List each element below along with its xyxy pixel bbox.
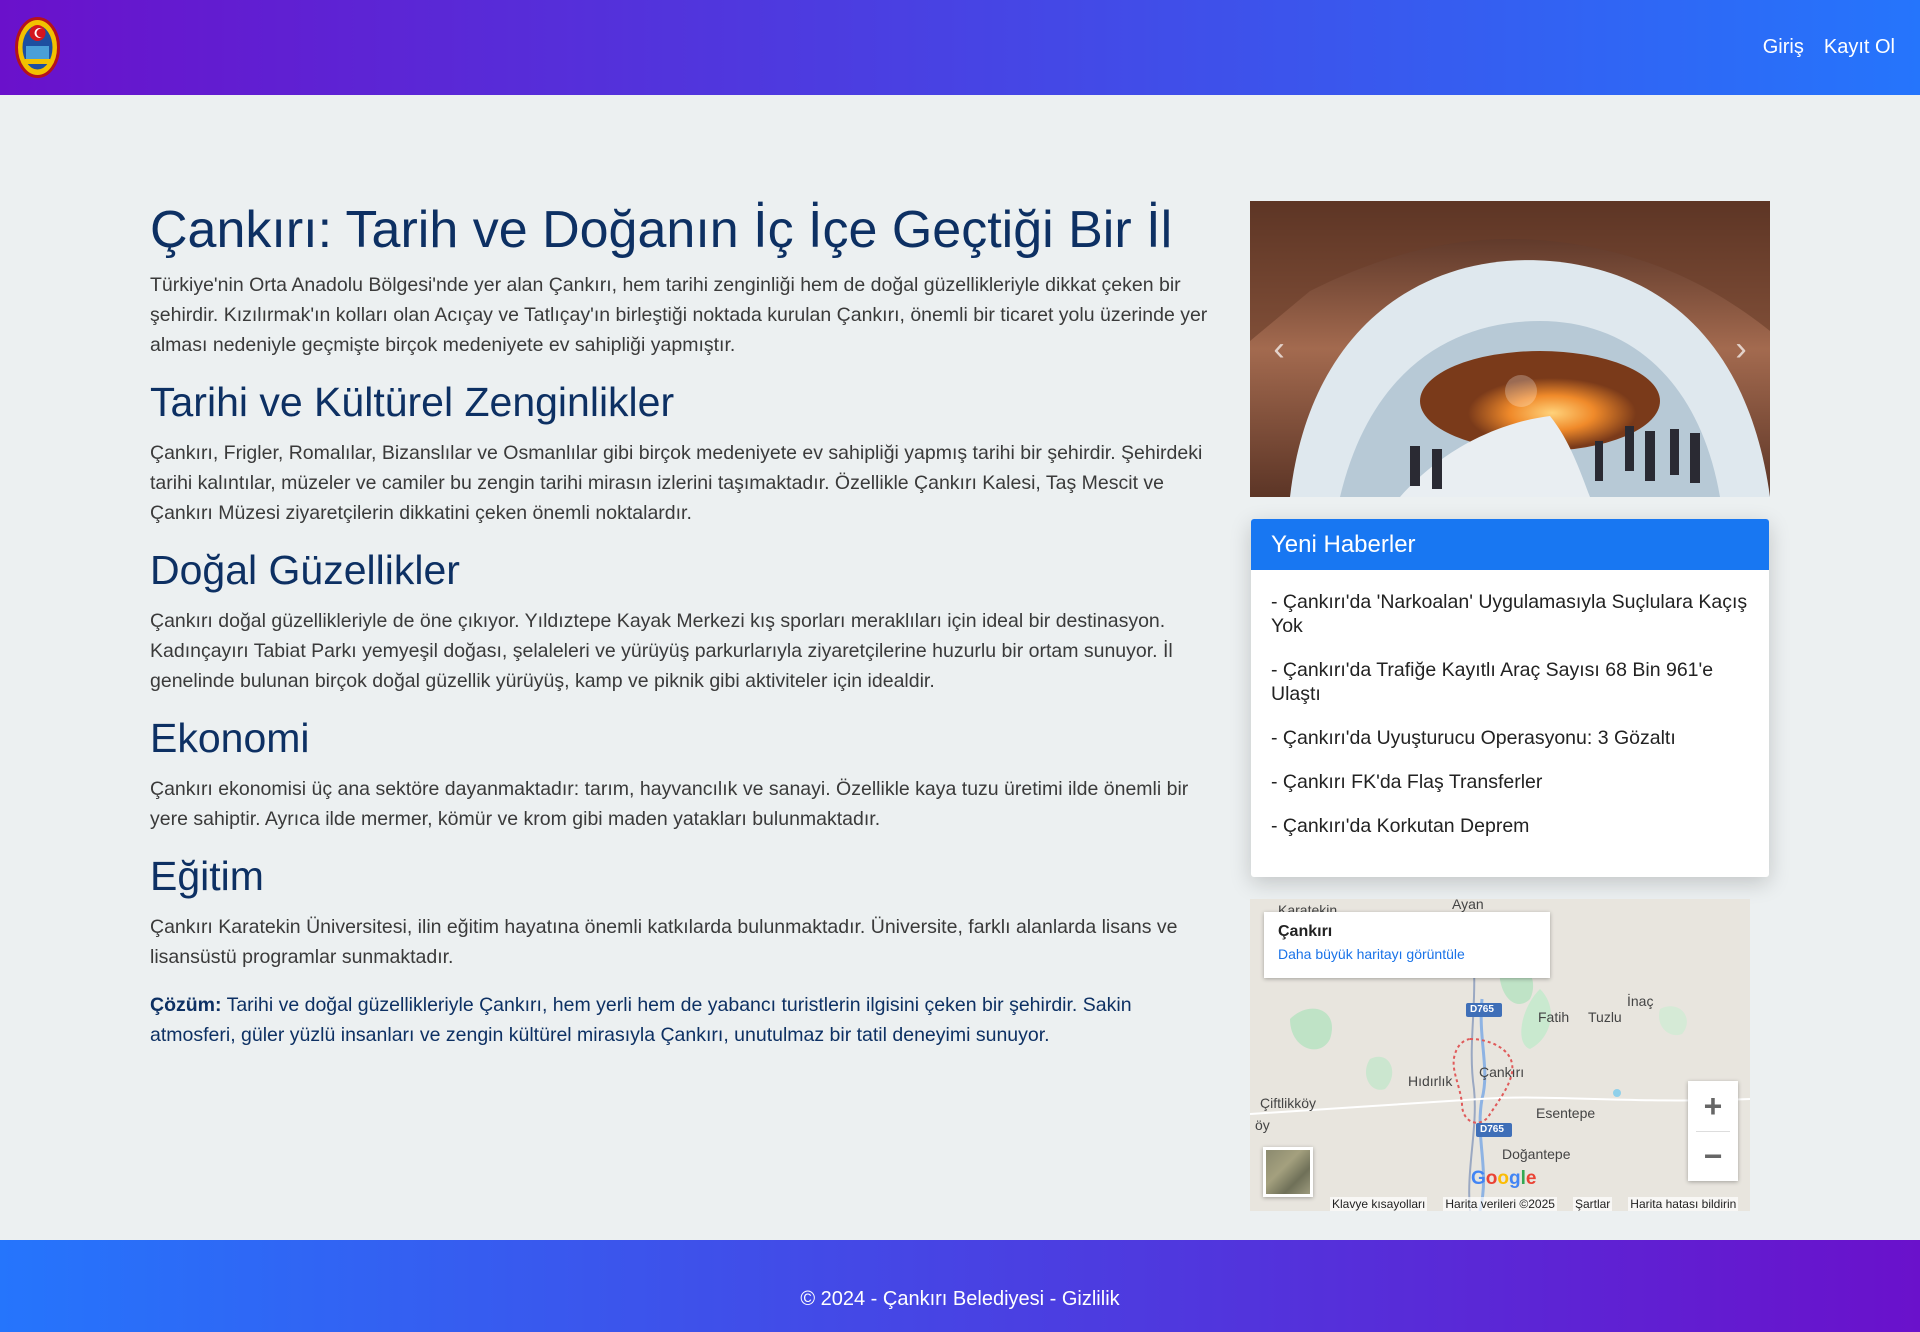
news-item[interactable]: - Çankırı'da 'Narkoalan' Uygulamasıyla S… [1271,590,1749,638]
news-list: - Çankırı'da 'Narkoalan' Uygulamasıyla S… [1251,570,1769,838]
map-place-name: Çankırı [1278,923,1333,940]
image-carousel: ‹ › [1250,201,1770,497]
news-panel: Yeni Haberler - Çankırı'da 'Narkoalan' U… [1251,519,1769,877]
map-label: Fatih [1538,1009,1570,1025]
section-heading-education: Eğitim [150,853,264,899]
report-error-link[interactable]: Harita hatası bildirin [1628,1197,1739,1211]
map-label: öy [1255,1117,1270,1133]
news-item[interactable]: - Çankırı FK'da Flaş Transferler [1271,770,1749,794]
terms-link[interactable]: Şartlar [1572,1197,1613,1211]
page-title: Çankırı: Tarih ve Doğanın İç İçe Geçtiği… [150,201,1173,259]
map-info-card: Çankırı Daha büyük haritayı görüntüle [1264,912,1550,978]
section-heading-nature: Doğal Güzellikler [150,547,460,593]
embedded-map[interactable]: Karatekin Ayan İnaç Fatih Tuzlu Çankırı … [1250,899,1750,1211]
map-data-text: Harita verileri ©2025 [1443,1197,1557,1211]
intro-paragraph: Türkiye'nin Orta Anadolu Bölgesi'nde yer… [150,274,1208,356]
map-zoom-control: + − [1688,1081,1738,1181]
zoom-out-button[interactable]: − [1688,1131,1738,1181]
main-content: Çankırı: Tarih ve Doğanın İç İçe Geçtiği… [150,200,1220,1050]
map-label: Ayan [1452,899,1484,912]
top-nav: Giriş Kayıt Ol [1763,36,1895,59]
news-item[interactable]: - Çankırı'da Trafiğe Kayıtlı Araç Sayısı… [1271,658,1749,706]
section-text-economy: Çankırı ekonomisi üç ana sektöre dayanma… [150,778,1189,830]
map-label: İnaç [1627,993,1654,1009]
map-attribution: Klavye kısayolları Harita verileri ©2025… [1330,1197,1739,1211]
solution-paragraph: Çözüm: Tarihi ve doğal güzellikleriyle Ç… [150,990,1220,1050]
register-link[interactable]: Kayıt Ol [1824,36,1895,59]
solution-text: Tarihi ve doğal güzellikleriyle Çankırı,… [150,994,1132,1046]
solution-label: Çözüm: [150,994,222,1016]
section-text-education: Çankırı Karatekin Üniversitesi, ilin eği… [150,916,1178,968]
carousel-prev-icon[interactable]: ‹ [1264,329,1294,369]
section-heading-economy: Ekonomi [150,715,310,761]
news-item[interactable]: - Çankırı'da Uyuşturucu Operasyonu: 3 Gö… [1271,726,1749,750]
map-label: Esentepe [1536,1105,1596,1121]
section-text-history: Çankırı, Frigler, Romalılar, Bizanslılar… [150,442,1203,524]
satellite-toggle[interactable] [1263,1147,1313,1197]
section-heading-history: Tarihi ve Kültürel Zenginlikler [150,379,675,425]
map-label: Tuzlu [1588,1009,1622,1025]
larger-map-link[interactable]: Daha büyük haritayı görüntüle [1278,946,1536,962]
zoom-divider [1696,1131,1730,1132]
news-item[interactable]: - Çankırı'da Korkutan Deprem [1271,814,1749,838]
login-link[interactable]: Giriş [1763,36,1804,59]
news-title: Yeni Haberler [1251,519,1769,570]
road-badge: D765 [1470,1004,1494,1015]
carousel-next-icon[interactable]: › [1726,329,1756,369]
map-label: Çankırı [1479,1064,1525,1080]
zoom-in-button[interactable]: + [1688,1081,1738,1131]
map-label: Doğantepe [1502,1146,1571,1162]
section-text-nature: Çankırı doğal güzellikleriyle de öne çık… [150,610,1173,692]
keyboard-shortcuts-link[interactable]: Klavye kısayolları [1330,1197,1428,1211]
google-logo: Google [1471,1168,1537,1189]
salt-cave-photo [1250,201,1770,497]
road-badge: D765 [1480,1124,1504,1135]
map-label: Hıdırlık [1408,1073,1453,1089]
site-footer: © 2024 - Çankırı Belediyesi - Gizlilik [0,1240,1920,1332]
footer-text[interactable]: © 2024 - Çankırı Belediyesi - Gizlilik [800,1288,1119,1310]
site-header: Giriş Kayıt Ol [0,0,1920,95]
municipality-logo[interactable] [15,16,60,79]
map-label: Çiftlikköy [1260,1095,1317,1111]
